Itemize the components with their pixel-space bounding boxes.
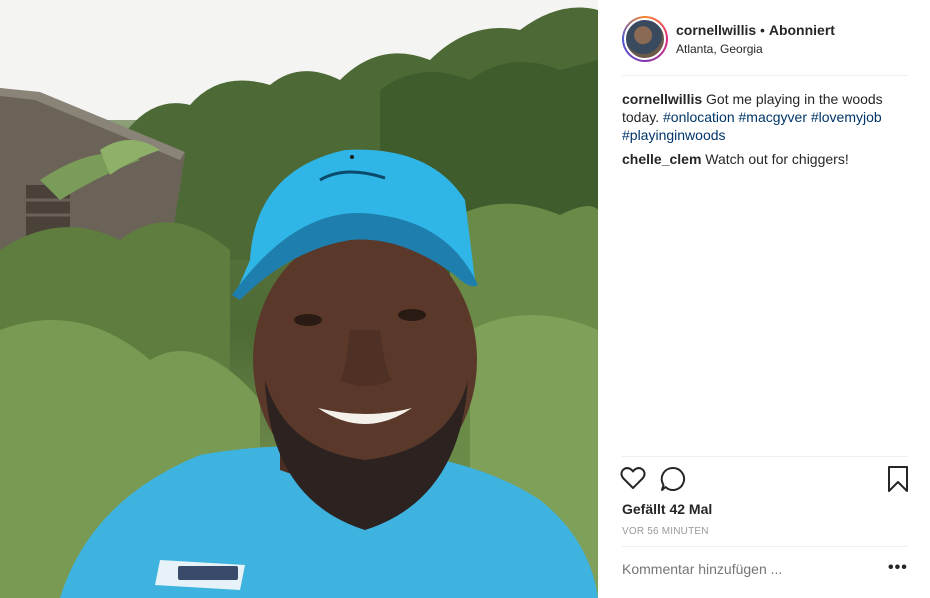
more-options-icon[interactable]: ••• — [888, 560, 908, 576]
header-text: cornellwillis • Abonniert Atlanta, Georg… — [676, 21, 835, 57]
actions-divider — [622, 456, 908, 457]
comments-list: cornellwillis Got me playing in the wood… — [622, 90, 908, 174]
comment-username[interactable]: chelle_clem — [622, 151, 701, 167]
post-photo[interactable] — [0, 0, 598, 598]
header-separator: • — [760, 21, 765, 38]
likes-count[interactable]: Gefällt 42 Mal — [622, 500, 712, 518]
bookmark-icon[interactable] — [888, 466, 908, 497]
action-bar — [620, 464, 910, 494]
post-header: cornellwillis • Abonniert Atlanta, Georg… — [622, 15, 908, 76]
post-timestamp[interactable]: VOR 56 MINUTEN — [622, 526, 709, 538]
post-sidebar: cornellwillis • Abonniert Atlanta, Georg… — [598, 0, 930, 598]
add-comment-input[interactable] — [622, 560, 822, 578]
caption-username[interactable]: cornellwillis — [622, 91, 702, 107]
selfie-image — [0, 0, 598, 598]
hashtag-link[interactable]: #onlocation — [663, 109, 735, 125]
hashtag-link[interactable]: #playinginwoods — [622, 127, 726, 143]
comment-bubble-icon[interactable] — [660, 466, 686, 497]
hashtag-link[interactable]: #lovemyjob — [811, 109, 882, 125]
header-line: cornellwillis • Abonniert — [676, 21, 835, 39]
comment-item: chelle_clem Watch out for chiggers! — [622, 150, 908, 168]
caption: cornellwillis Got me playing in the wood… — [622, 90, 908, 144]
heart-outline-icon[interactable] — [620, 466, 646, 495]
follow-status-button[interactable]: Abonniert — [769, 22, 835, 38]
location-link[interactable]: Atlanta, Georgia — [676, 41, 835, 57]
header-username[interactable]: cornellwillis — [676, 22, 756, 38]
hashtag-link[interactable]: #macgyver — [739, 109, 807, 125]
add-comment-divider — [622, 546, 908, 547]
instagram-post: cornellwillis • Abonniert Atlanta, Georg… — [0, 0, 930, 598]
avatar[interactable] — [624, 17, 666, 60]
avatar-story-ring[interactable] — [622, 15, 668, 62]
comment-text: Watch out for chiggers! — [705, 151, 849, 167]
